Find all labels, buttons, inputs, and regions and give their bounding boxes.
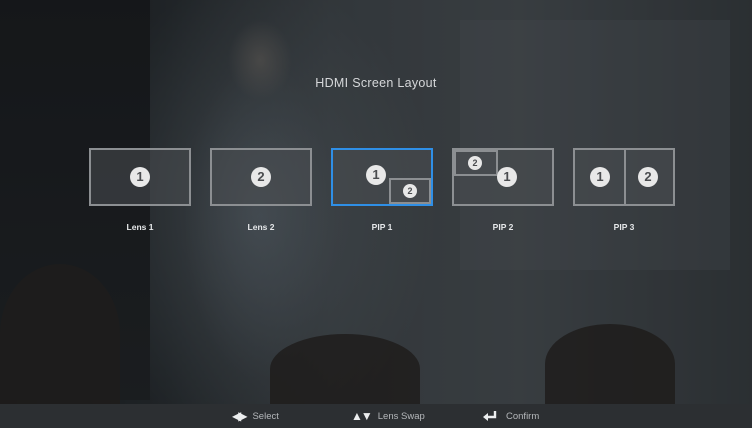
layout-preview: 1 (89, 148, 191, 206)
left-right-arrows-icon: ◀ ▶ (232, 409, 248, 423)
lens-number-badge: 1 (497, 167, 517, 187)
layout-option-pip-3[interactable]: 1 2 PIP 3 (573, 148, 675, 232)
layout-option-label: PIP 1 (371, 222, 393, 232)
layout-option-lens-2[interactable]: 2 Lens 2 (210, 148, 312, 232)
layout-option-label: PIP 2 (492, 222, 514, 232)
lens-number-badge: 2 (468, 156, 482, 170)
layout-option-lens-1[interactable]: 1 Lens 1 (89, 148, 191, 232)
lens-number-badge: 2 (251, 167, 271, 187)
control-hint-bar: ◀ ▶ Select ▲▼ Lens Swap Confirm (0, 404, 752, 428)
up-down-arrows-icon: ▲▼ (351, 409, 373, 423)
menu-title: HDMI Screen Layout (315, 76, 437, 90)
layout-preview: 1 2 (573, 148, 675, 206)
hint-lens-swap: ▲▼ Lens Swap (351, 404, 425, 428)
hint-confirm: Confirm (482, 404, 539, 428)
split-divider (624, 150, 626, 204)
enter-return-icon (483, 411, 497, 421)
hint-lens-swap-label: Lens Swap (377, 410, 425, 422)
hint-confirm-label: Confirm (506, 410, 540, 422)
lens-number-badge: 1 (130, 167, 150, 187)
lens-number-badge: 1 (590, 167, 610, 187)
lens-number-badge: 1 (366, 165, 386, 185)
layout-option-pip-2[interactable]: 2 1 PIP 2 (452, 148, 554, 232)
lens-number-badge: 2 (638, 167, 658, 187)
layout-option-label: Lens 2 (247, 222, 275, 232)
pip-inset: 2 (454, 150, 498, 176)
hint-select: ◀ ▶ Select (232, 404, 279, 428)
layout-option-label: Lens 1 (126, 222, 154, 232)
hint-select-label: Select (252, 410, 279, 422)
layout-option-pip-1[interactable]: 1 2 PIP 1 (331, 148, 433, 232)
layout-preview: 1 2 (331, 148, 433, 206)
lens-number-badge: 2 (403, 184, 417, 198)
layout-preview: 2 (210, 148, 312, 206)
pip-inset: 2 (389, 178, 431, 204)
layout-preview: 2 1 (452, 148, 554, 206)
layout-option-label: PIP 3 (613, 222, 635, 232)
